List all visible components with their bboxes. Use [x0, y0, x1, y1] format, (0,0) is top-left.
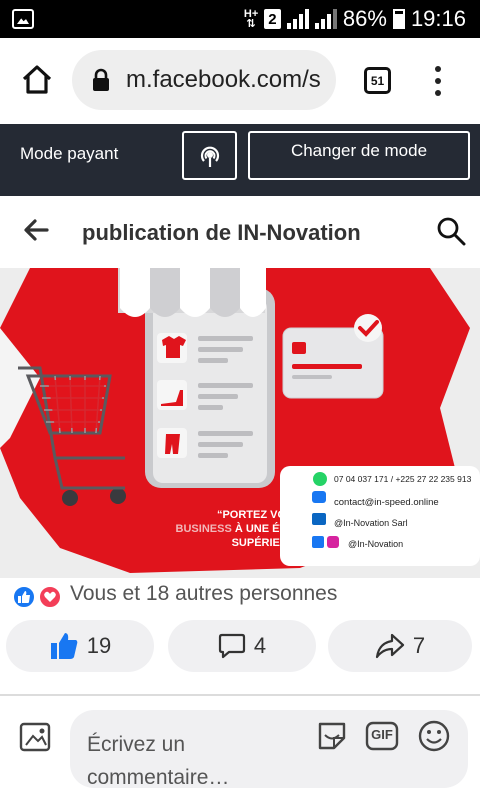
back-arrow-icon: [24, 219, 49, 241]
contact-linkedin: @In-Novation Sarl: [334, 518, 408, 528]
emoji-button[interactable]: [416, 718, 452, 754]
network-type: H+ ⇅: [244, 9, 258, 30]
slogan-line-2: À UNE ÉTAPE: [234, 523, 308, 535]
post-slogan: “PORTEZ VOTRE BUSINESS À UNE ÉTAPE SUPÉR…: [118, 508, 308, 550]
signal-icon-2: [314, 9, 337, 29]
like-reaction-icon: [12, 585, 36, 609]
broadcast-button[interactable]: [182, 131, 237, 180]
network-arrows: ⇅: [246, 18, 256, 30]
sticker-icon: [318, 722, 346, 750]
comment-composer: Écrivez un commentaire… GIF: [0, 696, 480, 800]
share-icon: [375, 633, 404, 659]
page-title: publication de IN-Novation: [82, 220, 361, 245]
share-count: 7: [412, 633, 426, 658]
change-mode-button[interactable]: Changer de mode: [248, 131, 470, 180]
url-text: m.facebook.com/s: [126, 66, 321, 93]
like-button[interactable]: 19: [6, 620, 154, 672]
signal-icon: [286, 9, 309, 29]
comment-button[interactable]: 4: [168, 620, 316, 672]
reactions-summary[interactable]: Vous et 18 autres personnes: [0, 578, 480, 614]
page-header: publication de IN-Novation: [0, 196, 480, 268]
home-button[interactable]: [20, 62, 54, 96]
emoji-icon: [418, 720, 450, 752]
tab-switcher-button[interactable]: 51: [364, 67, 391, 94]
sticker-button[interactable]: [314, 718, 350, 754]
share-button[interactable]: 7: [328, 620, 472, 672]
more-options-button[interactable]: [432, 66, 444, 96]
battery-percent: 86%: [342, 6, 387, 31]
contact-phone: 07 04 037 171 / +225 27 22 235 913: [334, 474, 472, 484]
post-actions: 19 4 7: [0, 620, 480, 676]
thumbs-up-icon: [50, 633, 78, 659]
gif-button[interactable]: GIF: [364, 718, 400, 754]
mode-label: Mode payant: [20, 144, 119, 163]
photo-icon: [19, 722, 51, 752]
comment-input[interactable]: Écrivez un commentaire… GIF: [70, 710, 468, 789]
slogan-business: BUSINESS: [175, 523, 232, 535]
slogan-line-1: “PORTEZ VOTRE: [216, 509, 308, 521]
gallery-notification-icon: [12, 9, 34, 29]
contact-email: contact@in-speed.online: [334, 497, 439, 508]
post-image[interactable]: “PORTEZ VOTRE BUSINESS À UNE ÉTAPE SUPÉR…: [0, 268, 480, 578]
search-icon: [437, 217, 466, 246]
data-mode-bar: Mode payant Changer de mode: [0, 124, 480, 196]
back-button[interactable]: [22, 216, 50, 244]
slogan-line-3: SUPÉRIEUR !”: [231, 537, 308, 549]
comment-placeholder: Écrivez un commentaire…: [87, 733, 230, 789]
broadcast-icon: [200, 146, 219, 167]
reactions-text: Vous et 18 autres personnes: [70, 582, 338, 605]
gif-label: GIF: [371, 727, 393, 742]
search-button[interactable]: [436, 216, 466, 246]
contact-social: @In-Novation: [348, 539, 404, 549]
love-reaction-icon: [38, 585, 62, 609]
lock-icon: [92, 68, 110, 92]
like-count: 19: [86, 633, 112, 658]
comment-count: 4: [253, 633, 267, 658]
sim-badge: 2: [263, 9, 281, 29]
address-bar[interactable]: m.facebook.com/s: [72, 50, 336, 110]
status-bar: H+ ⇅ 2 86% 19:16: [0, 0, 480, 38]
battery-icon: [392, 9, 405, 29]
browser-toolbar: m.facebook.com/s 51: [0, 38, 480, 124]
comment-icon: [218, 633, 245, 659]
home-icon: [22, 65, 52, 94]
clock: 19:16: [410, 6, 466, 31]
add-photo-button[interactable]: [18, 718, 54, 754]
